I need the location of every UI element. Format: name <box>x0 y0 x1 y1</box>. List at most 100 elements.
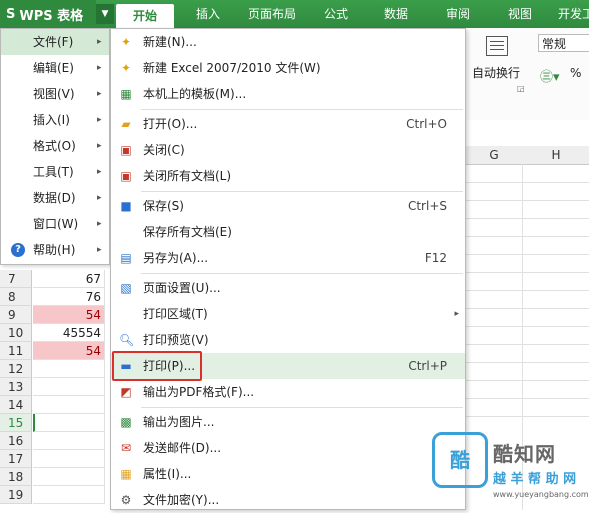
dialog-launcher-icon[interactable]: ◲ <box>517 84 525 93</box>
wps-app-button[interactable]: S WPS 表格 <box>0 0 96 28</box>
grid-line <box>466 218 589 219</box>
menu-item-page-setup[interactable]: ▧ 页面设置(U)... <box>111 275 465 301</box>
menu-separator <box>141 191 463 192</box>
menu-item-close[interactable]: ▣ 关闭(C) <box>111 137 465 163</box>
submenu-arrow-icon: ▸ <box>97 245 102 255</box>
menu-item-file[interactable]: 文件(F) ▸ <box>1 29 109 55</box>
tab-developer[interactable]: 开发工 <box>556 0 589 28</box>
menu-item-properties[interactable]: ▦ 属性(I)... <box>111 461 465 487</box>
pdf-icon: ◩ <box>120 385 132 399</box>
menu-item-label: 打印区域(T) <box>143 307 208 321</box>
tab-start[interactable]: 开始 <box>116 4 174 28</box>
menu-item-label: 插入(I) <box>33 113 70 127</box>
cell[interactable] <box>33 432 105 450</box>
menu-item-label: 发送邮件(D)... <box>143 441 222 455</box>
menu-item-new[interactable]: ✦ 新建(N)... <box>111 29 465 55</box>
number-format-select[interactable]: 常规 <box>538 34 589 52</box>
menu-item-insert[interactable]: 插入(I) ▸ <box>1 107 109 133</box>
menu-item-print-area[interactable]: 打印区域(T) ▸ <box>111 301 465 327</box>
cell[interactable] <box>33 450 105 468</box>
cell-highlighted[interactable]: 54 <box>33 306 105 324</box>
menu-item-export-image[interactable]: ▩ 输出为图片... <box>111 409 465 435</box>
cell[interactable] <box>33 396 105 414</box>
menu-item-label: 保存所有文档(E) <box>143 225 232 239</box>
cell[interactable]: 67 <box>33 270 105 288</box>
mail-icon: ✉ <box>120 441 132 455</box>
menu-item-tools[interactable]: 工具(T) ▸ <box>1 159 109 185</box>
menu-item-view[interactable]: 视图(V) ▸ <box>1 81 109 107</box>
menu-item-label: 另存为(A)... <box>143 251 209 265</box>
row-header[interactable]: 10 <box>0 324 32 342</box>
menu-item-save[interactable]: ■ 保存(S) Ctrl+S <box>111 193 465 219</box>
menu-item-label: 输出为图片... <box>143 415 215 429</box>
grid-line <box>466 200 589 201</box>
menu-item-save-all[interactable]: 保存所有文档(E) <box>111 219 465 245</box>
submenu-arrow-icon: ▸ <box>97 63 102 73</box>
currency-format-icon[interactable]: ㊂▾ <box>540 66 560 85</box>
wrap-text-label[interactable]: 自动换行 <box>472 64 520 81</box>
tab-insert[interactable]: 插入 <box>186 0 230 28</box>
row-header[interactable]: 17 <box>0 450 32 468</box>
menu-item-data[interactable]: 数据(D) ▸ <box>1 185 109 211</box>
cell[interactable] <box>33 378 105 396</box>
menu-item-close-all[interactable]: ▣ 关闭所有文档(L) <box>111 163 465 189</box>
menu-separator <box>141 273 463 274</box>
menu-item-edit[interactable]: 编辑(E) ▸ <box>1 55 109 81</box>
submenu-arrow-icon: ▸ <box>97 141 102 151</box>
watermark-url: www.yueyangbang.com <box>493 490 589 499</box>
menu-item-label: 数据(D) <box>33 191 76 205</box>
row-header[interactable]: 19 <box>0 486 32 504</box>
cell[interactable] <box>33 468 105 486</box>
shortcut-label: F12 <box>424 251 447 265</box>
cell[interactable]: 76 <box>33 288 105 306</box>
column-header-h[interactable]: H <box>523 146 589 164</box>
tab-view[interactable]: 视图 <box>498 0 542 28</box>
tab-review[interactable]: 审阅 <box>436 0 480 28</box>
menu-item-label: 文件加密(Y)... <box>143 493 220 507</box>
row-header[interactable]: 7 <box>0 270 32 288</box>
percent-format-icon[interactable]: % <box>570 66 581 80</box>
row-header[interactable]: 12 <box>0 360 32 378</box>
active-cell[interactable] <box>33 414 105 432</box>
tab-data[interactable]: 数据 <box>374 0 418 28</box>
cell-highlighted[interactable]: 54 <box>33 342 105 360</box>
tab-page-layout[interactable]: 页面布局 <box>242 0 302 28</box>
menu-item-help[interactable]: ? 帮助(H) ▸ <box>1 237 109 263</box>
menu-item-open[interactable]: ▰ 打开(O)... Ctrl+O <box>111 111 465 137</box>
menu-item-label: 视图(V) <box>33 87 75 101</box>
menu-separator <box>141 109 463 110</box>
menu-item-print-preview[interactable]: 🔍︎ 打印预览(V) <box>111 327 465 353</box>
row-header-selected[interactable]: 15 <box>0 414 32 432</box>
menu-item-format[interactable]: 格式(O) ▸ <box>1 133 109 159</box>
cell[interactable]: 45554 <box>33 324 105 342</box>
submenu-arrow-icon: ▸ <box>97 37 102 47</box>
menu-item-save-as[interactable]: ▤ 另存为(A)... F12 <box>111 245 465 271</box>
row-header[interactable]: 14 <box>0 396 32 414</box>
column-header-g[interactable]: G <box>466 146 522 164</box>
row-header[interactable]: 16 <box>0 432 32 450</box>
print-preview-icon: 🔍︎ <box>119 333 135 347</box>
menu-item-window[interactable]: 窗口(W) ▸ <box>1 211 109 237</box>
app-menu-dropdown-icon[interactable]: ▼ <box>96 4 114 24</box>
image-icon: ▩ <box>120 415 132 429</box>
row-header[interactable]: 18 <box>0 468 32 486</box>
row-header[interactable]: 9 <box>0 306 32 324</box>
menu-item-send-mail[interactable]: ✉ 发送邮件(D)... <box>111 435 465 461</box>
menu-item-local-template[interactable]: ▦ 本机上的模板(M)... <box>111 81 465 107</box>
tab-formula[interactable]: 公式 <box>314 0 358 28</box>
row-header[interactable]: 11 <box>0 342 32 360</box>
submenu-arrow-icon: ▸ <box>97 193 102 203</box>
grid-line <box>466 380 589 381</box>
row-header[interactable]: 8 <box>0 288 32 306</box>
grid-line <box>466 290 589 291</box>
row-header[interactable]: 13 <box>0 378 32 396</box>
wrap-text-icon[interactable] <box>486 36 508 56</box>
menu-item-encrypt[interactable]: ⚙ 文件加密(Y)... <box>111 487 465 513</box>
cell[interactable] <box>33 486 105 504</box>
encrypt-icon: ⚙ <box>120 493 132 507</box>
menu-item-export-pdf[interactable]: ◩ 输出为PDF格式(F)... <box>111 379 465 405</box>
open-folder-icon: ▰ <box>121 117 131 131</box>
menu-item-label: 属性(I)... <box>143 467 192 481</box>
menu-item-new-excel[interactable]: ✦ 新建 Excel 2007/2010 文件(W) <box>111 55 465 81</box>
cell[interactable] <box>33 360 105 378</box>
